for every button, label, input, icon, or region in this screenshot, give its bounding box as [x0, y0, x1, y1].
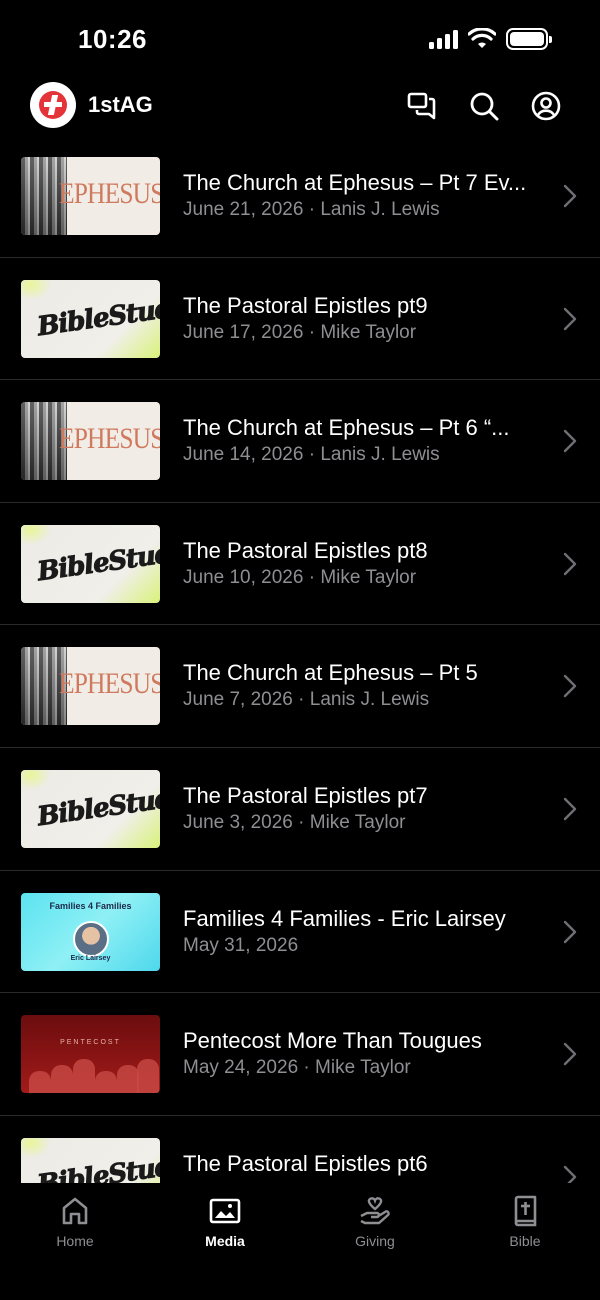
media-item-subtitle: June 3, 2026 · Mike Taylor [183, 811, 406, 833]
battery-icon [506, 28, 552, 50]
media-item-subtitle: May 31, 2026 [183, 934, 299, 956]
bible-study-thumbnail: BibleStudy [21, 769, 160, 848]
media-item-title: The Pastoral Epistles pt8 [183, 537, 428, 563]
media-list-item[interactable]: EPHESUS The Church at Ephesus – Pt 6 “...… [0, 380, 600, 503]
home-icon [62, 1197, 88, 1225]
bible-study-thumbnail: BibleStudy [21, 279, 160, 358]
giving-icon [360, 1197, 390, 1225]
media-item-title: The Pastoral Epistles pt7 [183, 782, 428, 808]
chevron-right-icon [563, 307, 577, 330]
app-name: 1stAG [88, 92, 153, 117]
chevron-right-icon [563, 920, 577, 943]
media-icon [209, 1198, 241, 1224]
media-item-title: The Church at Ephesus – Pt 5 [183, 660, 478, 686]
signal-icon [429, 29, 458, 49]
media-list-item[interactable]: EPHESUS The Church at Ephesus – Pt 7 Ev..… [0, 135, 600, 258]
ephesus-thumbnail: EPHESUS [21, 402, 160, 481]
chevron-right-icon [563, 429, 577, 453]
app-header: 1stAG [0, 80, 600, 132]
tab-media-label: Media [205, 1233, 245, 1249]
media-list-item[interactable]: BibleStudy The Pastoral Epistles pt7 June … [0, 748, 600, 871]
thumbnail-title: EPHESUS [59, 422, 160, 456]
media-list-item[interactable]: BibleStudy The Pastoral Epistles pt9 June … [0, 258, 600, 381]
media-list-item[interactable]: BibleStudy The Pastoral Epistles pt6 [0, 1116, 600, 1185]
tab-home[interactable]: Home [15, 1195, 135, 1249]
header-actions [406, 90, 562, 122]
figure-silhouette [137, 1059, 159, 1094]
media-item-subtitle: June 17, 2026 · Mike Taylor [183, 321, 417, 343]
media-item-text: The Pastoral Epistles pt9 June 17, 2026 ·… [183, 292, 543, 346]
status-bar: 10:26 [0, 0, 600, 80]
media-item-text: The Church at Ephesus – Pt 5 June 7, 2026… [183, 659, 543, 713]
media-item-subtitle: June 10, 2026 · Mike Taylor [183, 566, 417, 588]
thumbnail-title: BibleStudy [35, 1149, 160, 1185]
media-item-text: Families 4 Families - Eric Lairsey May 31… [183, 905, 543, 959]
pentecost-thumbnail: PENTECOST [21, 1015, 160, 1094]
chevron-right-icon [563, 1165, 577, 1185]
chevron-right-icon [563, 184, 577, 208]
media-item-text: The Church at Ephesus – Pt 7 Ev... June 2… [183, 169, 543, 223]
thumbnail-title: BibleStudy [35, 291, 160, 343]
media-list-item[interactable]: Families 4 Families Eric Lairsey Families … [0, 871, 600, 994]
figure-silhouette [117, 1065, 139, 1094]
thumbnail-title: BibleStudy [35, 536, 160, 588]
media-item-subtitle: May 24, 2026 · Mike Taylor [183, 1057, 411, 1079]
bible-study-thumbnail: BibleStudy [21, 1137, 160, 1185]
tab-bible-label: Bible [509, 1233, 541, 1249]
status-time: 10:26 [78, 24, 147, 54]
figure-silhouette [95, 1071, 117, 1094]
chevron-right-icon [563, 1042, 577, 1066]
thumbnail-title: Families 4 Families [49, 900, 132, 911]
thumbnail-title: EPHESUS [59, 177, 160, 210]
chevron-right-icon [563, 675, 577, 698]
thumbnail-speaker: Eric Lairsey [70, 954, 111, 962]
thumbnail-title: EPHESUS [59, 667, 160, 701]
wifi-icon [468, 28, 496, 48]
church-logo [30, 82, 76, 128]
chevron-right-icon [563, 797, 577, 821]
profile-icon[interactable] [530, 90, 562, 122]
search-icon[interactable] [468, 90, 500, 122]
media-list-item[interactable]: EPHESUS The Church at Ephesus – Pt 5 June … [0, 625, 600, 748]
figure-silhouette [29, 1071, 51, 1094]
media-item-text: The Church at Ephesus – Pt 6 “... June 14… [183, 414, 543, 468]
families-thumbnail: Families 4 Families Eric Lairsey [21, 892, 160, 971]
tab-giving-label: Giving [355, 1233, 395, 1249]
figure-silhouette [51, 1065, 73, 1094]
media-item-title: The Church at Ephesus – Pt 7 Ev... [183, 170, 527, 195]
chat-icon[interactable] [406, 90, 438, 122]
media-item-text: The Pastoral Epistles pt6 [183, 1150, 543, 1178]
speaker-photo [73, 920, 109, 957]
media-item-title: Pentecost More Than Tougues [183, 1028, 482, 1054]
media-item-title: Families 4 Families - Eric Lairsey [183, 905, 506, 931]
tab-bar: Home Media Giving Bible [0, 1183, 600, 1300]
tab-media[interactable]: Media [165, 1195, 285, 1249]
tab-giving[interactable]: Giving [315, 1195, 435, 1249]
media-item-text: The Pastoral Epistles pt7 June 3, 2026 · … [183, 782, 543, 836]
media-item-title: The Church at Ephesus – Pt 6 “... [183, 415, 510, 441]
media-item-text: The Pastoral Epistles pt8 June 10, 2026 ·… [183, 537, 543, 591]
media-list-item[interactable]: BibleStudy The Pastoral Epistles pt8 June … [0, 503, 600, 626]
media-item-subtitle: June 14, 2026 · Lanis J. Lewis [183, 444, 440, 466]
media-item-subtitle: June 7, 2026 · Lanis J. Lewis [183, 689, 430, 711]
figure-silhouette [73, 1059, 95, 1094]
ephesus-thumbnail: EPHESUS [21, 157, 160, 235]
media-item-title: The Pastoral Epistles pt9 [183, 292, 428, 318]
tab-bible[interactable]: Bible [465, 1195, 585, 1249]
status-icons [429, 28, 552, 50]
media-item-title: The Pastoral Epistles pt6 [183, 1150, 428, 1176]
bible-study-thumbnail: BibleStudy [21, 524, 160, 603]
tab-home-label: Home [56, 1233, 94, 1249]
media-list: EPHESUS The Church at Ephesus – Pt 7 Ev..… [0, 135, 600, 1185]
thumbnail-title: PENTECOST [60, 1039, 121, 1047]
media-item-subtitle: June 21, 2026 · Lanis J. Lewis [183, 199, 440, 220]
media-list-item[interactable]: PENTECOST Pentecost More Than Tougues May … [0, 993, 600, 1116]
thumbnail-title: BibleStudy [35, 781, 160, 833]
chevron-right-icon [563, 552, 577, 575]
bible-icon [514, 1195, 537, 1227]
media-item-text: Pentecost More Than Tougues May 24, 2026 … [183, 1027, 543, 1081]
ephesus-thumbnail: EPHESUS [21, 647, 160, 726]
